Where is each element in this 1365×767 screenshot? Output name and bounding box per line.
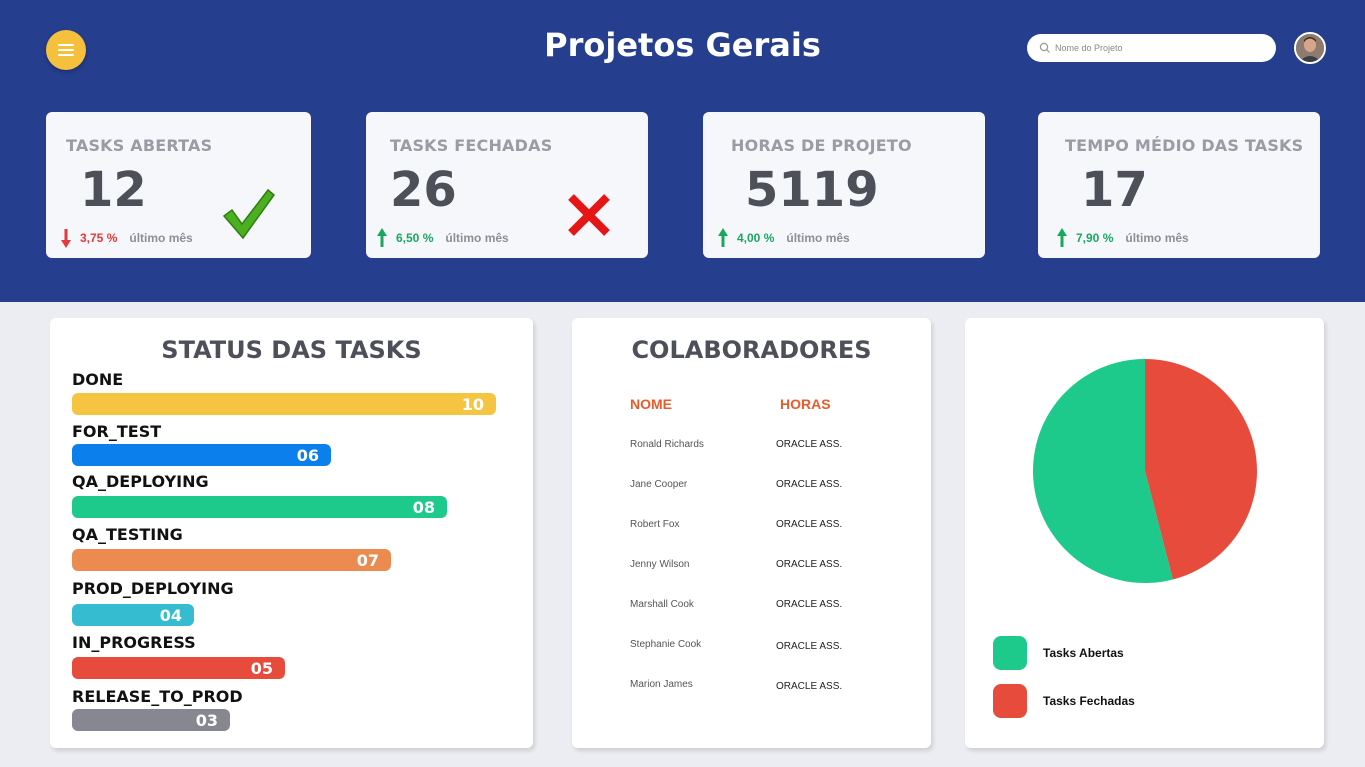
search-box[interactable]	[1027, 34, 1276, 62]
check-icon	[222, 188, 276, 240]
kpi-trend: 3,75 % último mês	[60, 226, 193, 250]
header-bar: Projetos Gerais TASKS ABERTAS 12 3,75 % …	[0, 0, 1365, 302]
user-avatar-icon	[1296, 34, 1324, 62]
legend-label-closed: Tasks Fechadas	[1043, 694, 1135, 708]
collaborator-name: Jenny Wilson	[630, 559, 690, 570]
legend-swatch-open	[993, 636, 1027, 670]
column-header-hours[interactable]: HORAS	[780, 396, 831, 412]
status-label-qa-deploying: QA_DEPLOYING	[72, 472, 209, 491]
kpi-value: 26	[390, 162, 457, 218]
status-bar-qa-testing[interactable]: 07	[72, 549, 391, 571]
kpi-card-closed: TASKS FECHADAS 26 6,50 % último mês	[366, 112, 648, 258]
cross-icon	[568, 194, 610, 236]
kpi-trend-value: 4,00 %	[737, 231, 775, 245]
kpi-trend-value: 6,50 %	[396, 231, 434, 245]
collaborator-hours: ORACLE ASS.	[776, 681, 843, 692]
collaborator-name: Ronald Richards	[630, 439, 704, 450]
collaborator-name: Stephanie Cook	[630, 639, 702, 650]
search-input[interactable]	[1055, 38, 1265, 58]
status-bar-prod-deploying[interactable]: 04	[72, 604, 194, 626]
kpi-value: 5119	[745, 162, 879, 218]
status-card: STATUS DAS TASKS DONE 10 FOR_TEST 06 QA_…	[50, 318, 533, 748]
kpi-trend-period: último mês	[786, 231, 850, 245]
collaborator-hours: ORACLE ASS.	[776, 519, 843, 530]
status-value: 10	[461, 395, 484, 414]
collaborator-hours: ORACLE ASS.	[776, 599, 843, 610]
kpi-label: TEMPO MÉDIO DAS TASKS	[1065, 136, 1304, 155]
kpi-trend: 7,90 % último mês	[1056, 226, 1189, 250]
collaborator-hours: ORACLE ASS.	[776, 559, 843, 570]
arrow-up-icon	[718, 228, 728, 247]
pie-chart-card: Tasks Abertas Tasks Fechadas	[965, 318, 1324, 748]
status-value: 07	[356, 551, 379, 570]
kpi-trend-period: último mês	[129, 231, 193, 245]
status-bar-done[interactable]: 10	[72, 393, 496, 415]
status-value: 04	[159, 606, 182, 625]
arrow-up-icon	[1057, 228, 1067, 247]
collaborator-name: Robert Fox	[630, 519, 680, 530]
arrow-up-icon	[377, 228, 387, 247]
collaborators-title: COLABORADORES	[631, 336, 872, 364]
kpi-value: 12	[80, 162, 147, 218]
kpi-trend-period: último mês	[1125, 231, 1189, 245]
kpi-label: TASKS ABERTAS	[66, 136, 213, 155]
kpi-trend: 4,00 % último mês	[717, 226, 850, 250]
collaborator-hours: ORACLE ASS.	[776, 479, 843, 490]
collaborator-hours: ORACLE ASS.	[776, 439, 843, 450]
status-label-qa-testing: QA_TESTING	[72, 525, 183, 544]
status-bar-for-test[interactable]: 06	[72, 444, 331, 466]
status-value: 06	[296, 446, 319, 465]
avatar[interactable]	[1294, 32, 1326, 64]
pie-chart	[1033, 359, 1258, 583]
legend-label-open: Tasks Abertas	[1043, 646, 1124, 660]
kpi-label: HORAS DE PROJETO	[731, 136, 912, 155]
status-bar-qa-deploying[interactable]: 08	[72, 496, 447, 518]
status-value: 08	[412, 498, 435, 517]
status-label-for-test: FOR_TEST	[72, 422, 162, 441]
collaborators-card: COLABORADORES NOME HORAS Ronald Richards…	[572, 318, 931, 748]
column-header-name[interactable]: NOME	[630, 396, 672, 412]
kpi-card-avg-time: TEMPO MÉDIO DAS TASKS 17 7,90 % último m…	[1038, 112, 1320, 258]
collaborator-name: Jane Cooper	[630, 479, 688, 490]
status-label-release-to-prod: RELEASE_TO_PROD	[72, 687, 243, 706]
collaborator-name: Marion James	[630, 679, 693, 690]
collaborator-hours: ORACLE ASS.	[776, 641, 843, 652]
kpi-card-hours: HORAS DE PROJETO 5119 4,00 % último mês	[703, 112, 985, 258]
status-value: 03	[195, 711, 218, 730]
status-label-done: DONE	[72, 370, 124, 389]
status-label-in-progress: IN_PROGRESS	[72, 633, 196, 652]
kpi-trend-value: 7,90 %	[1076, 231, 1114, 245]
kpi-card-open: TASKS ABERTAS 12 3,75 % último mês	[46, 112, 311, 258]
kpi-trend-value: 3,75 %	[80, 231, 118, 245]
kpi-value: 17	[1081, 162, 1148, 218]
status-title: STATUS DAS TASKS	[161, 336, 422, 364]
legend-swatch-closed	[993, 684, 1027, 718]
status-value: 05	[250, 659, 273, 678]
status-bar-release-to-prod[interactable]: 03	[72, 709, 230, 731]
search-icon	[1039, 42, 1050, 53]
arrow-down-icon	[61, 229, 71, 248]
status-bar-in-progress[interactable]: 05	[72, 657, 285, 679]
kpi-label: TASKS FECHADAS	[390, 136, 553, 155]
collaborator-name: Marshall Cook	[630, 599, 694, 610]
status-label-prod-deploying: PROD_DEPLOYING	[72, 579, 234, 598]
kpi-trend: 6,50 % último mês	[376, 226, 509, 250]
kpi-trend-period: último mês	[445, 231, 509, 245]
